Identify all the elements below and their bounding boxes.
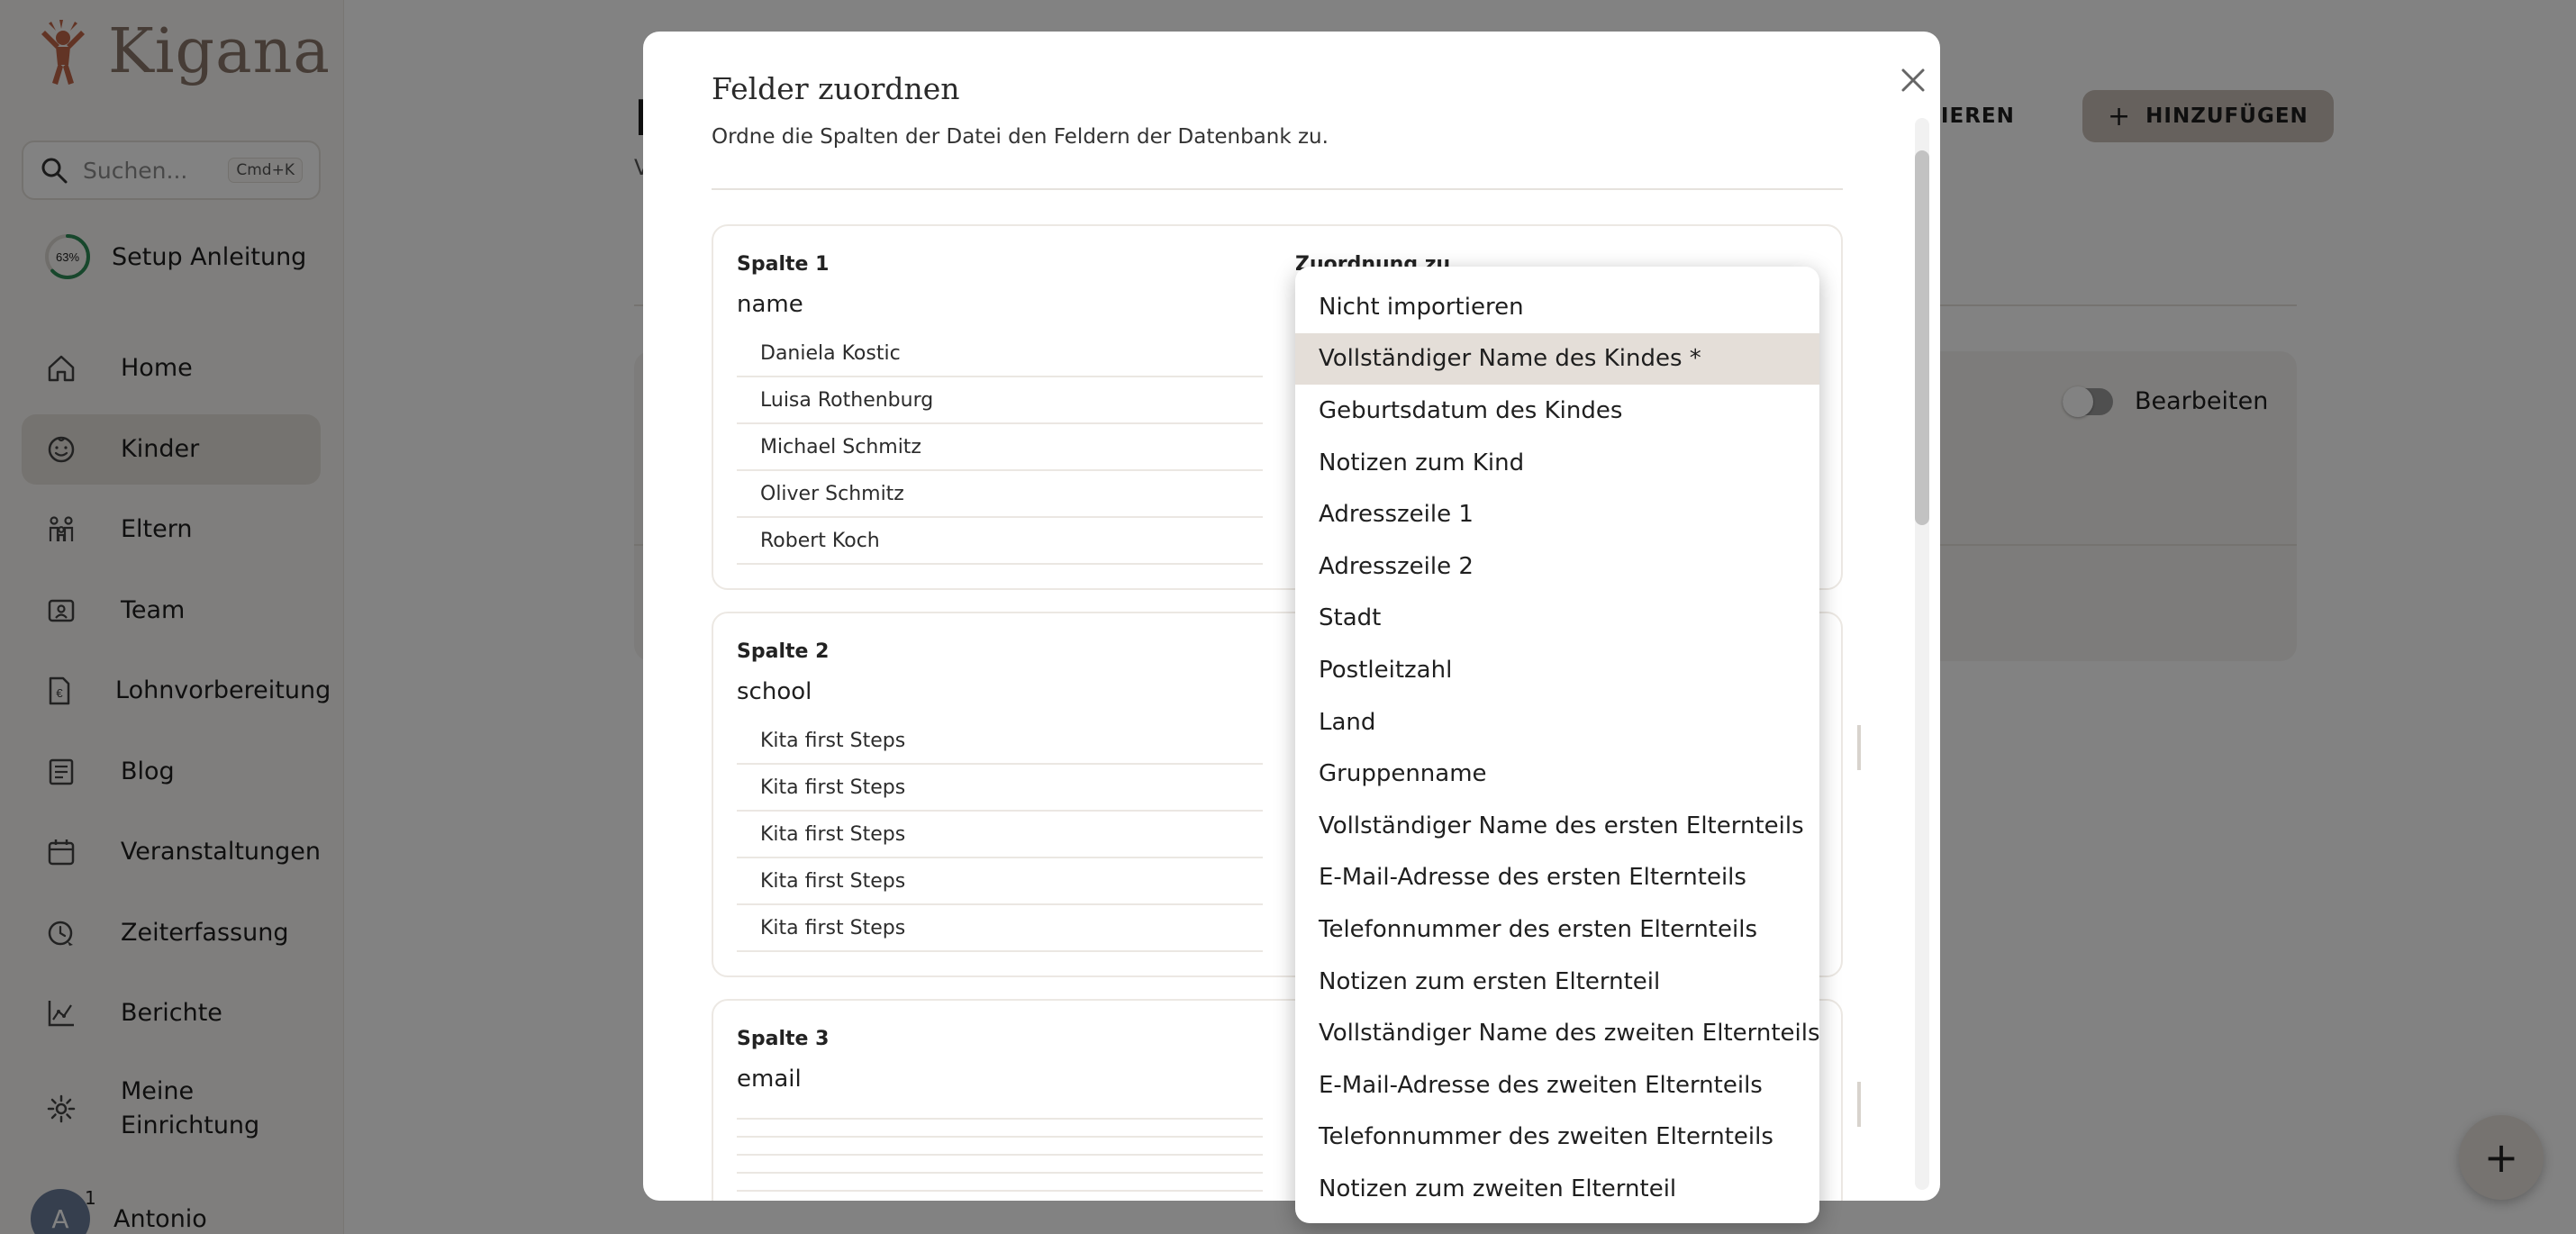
modal-scrollbar[interactable] bbox=[1915, 118, 1929, 1190]
dropdown-option[interactable]: Telefonnummer des zweiten Elternteils bbox=[1295, 1112, 1819, 1164]
list-item: Oliver Schmitz bbox=[737, 471, 1263, 518]
list-item bbox=[737, 1120, 1263, 1138]
dialog-title: Felder zuordnen bbox=[712, 71, 960, 106]
list-item: Kita first Steps bbox=[737, 905, 1263, 952]
list-item: Kita first Steps bbox=[737, 718, 1263, 765]
dropdown-option[interactable]: Gruppenname bbox=[1295, 748, 1819, 800]
column-title: Spalte 3 bbox=[737, 1028, 830, 1050]
dropdown-option[interactable]: Nicht importieren bbox=[1295, 281, 1819, 333]
dialog-description: Ordne die Spalten der Datei den Feldern … bbox=[712, 125, 1329, 149]
list-item: Kita first Steps bbox=[737, 765, 1263, 812]
dropdown-option[interactable]: E-Mail-Adresse des zweiten Elternteils bbox=[1295, 1059, 1819, 1112]
close-icon bbox=[1901, 68, 1925, 92]
dropdown-option[interactable]: Land bbox=[1295, 696, 1819, 749]
column-title: Spalte 1 bbox=[737, 253, 830, 276]
dropdown-option[interactable]: Stadt bbox=[1295, 593, 1819, 645]
column-field-name: school bbox=[737, 678, 812, 705]
dropdown-option[interactable]: Notizen zum ersten Elternteil bbox=[1295, 956, 1819, 1008]
dropdown-option[interactable]: Postleitzahl bbox=[1295, 644, 1819, 696]
dropdown-option[interactable]: Notizen zum Kind bbox=[1295, 437, 1819, 489]
mapping-dropdown-menu: Nicht importieren Vollständiger Name des… bbox=[1295, 267, 1820, 1223]
dialog-divider bbox=[712, 188, 1843, 190]
dropdown-option[interactable]: Vollständiger Name des zweiten Elterntei… bbox=[1295, 1007, 1820, 1059]
mapping-select[interactable] bbox=[1857, 725, 1861, 770]
sample-values bbox=[737, 1102, 1263, 1192]
list-item: Daniela Kostic bbox=[737, 331, 1263, 377]
list-item: Kita first Steps bbox=[737, 812, 1263, 858]
close-button[interactable] bbox=[1886, 53, 1940, 107]
column-field-name: name bbox=[737, 291, 803, 318]
list-item bbox=[737, 1138, 1263, 1156]
dropdown-option-selected[interactable]: Vollständiger Name des Kindes * bbox=[1295, 332, 1819, 386]
list-item: Michael Schmitz bbox=[737, 424, 1263, 471]
sample-values: Daniela Kostic Luisa Rothenburg Michael … bbox=[737, 331, 1263, 565]
list-item: Robert Koch bbox=[737, 518, 1263, 565]
list-item: Kita first Steps bbox=[737, 858, 1263, 905]
list-item bbox=[737, 1174, 1263, 1192]
dropdown-option[interactable]: Vollständiger Name des ersten Elternteil… bbox=[1295, 800, 1819, 852]
sample-values: Kita first Steps Kita first Steps Kita f… bbox=[737, 718, 1263, 952]
dropdown-option[interactable]: Adresszeile 2 bbox=[1295, 540, 1819, 593]
list-item: Luisa Rothenburg bbox=[737, 377, 1263, 424]
dropdown-option[interactable]: E-Mail-Adresse des ersten Elternteils bbox=[1295, 852, 1819, 904]
list-item bbox=[737, 1156, 1263, 1174]
scrollbar-thumb[interactable] bbox=[1915, 150, 1929, 525]
column-title: Spalte 2 bbox=[737, 640, 830, 663]
dropdown-option[interactable]: Telefonnummer des ersten Elternteils bbox=[1295, 903, 1819, 956]
mapping-select[interactable] bbox=[1857, 1082, 1861, 1127]
list-item bbox=[737, 1102, 1263, 1120]
dropdown-option[interactable]: Geburtsdatum des Kindes bbox=[1295, 385, 1819, 437]
column-field-name: email bbox=[737, 1066, 802, 1093]
dropdown-option[interactable]: Adresszeile 1 bbox=[1295, 488, 1819, 540]
dropdown-option[interactable]: Notizen zum zweiten Elternteil bbox=[1295, 1163, 1819, 1215]
